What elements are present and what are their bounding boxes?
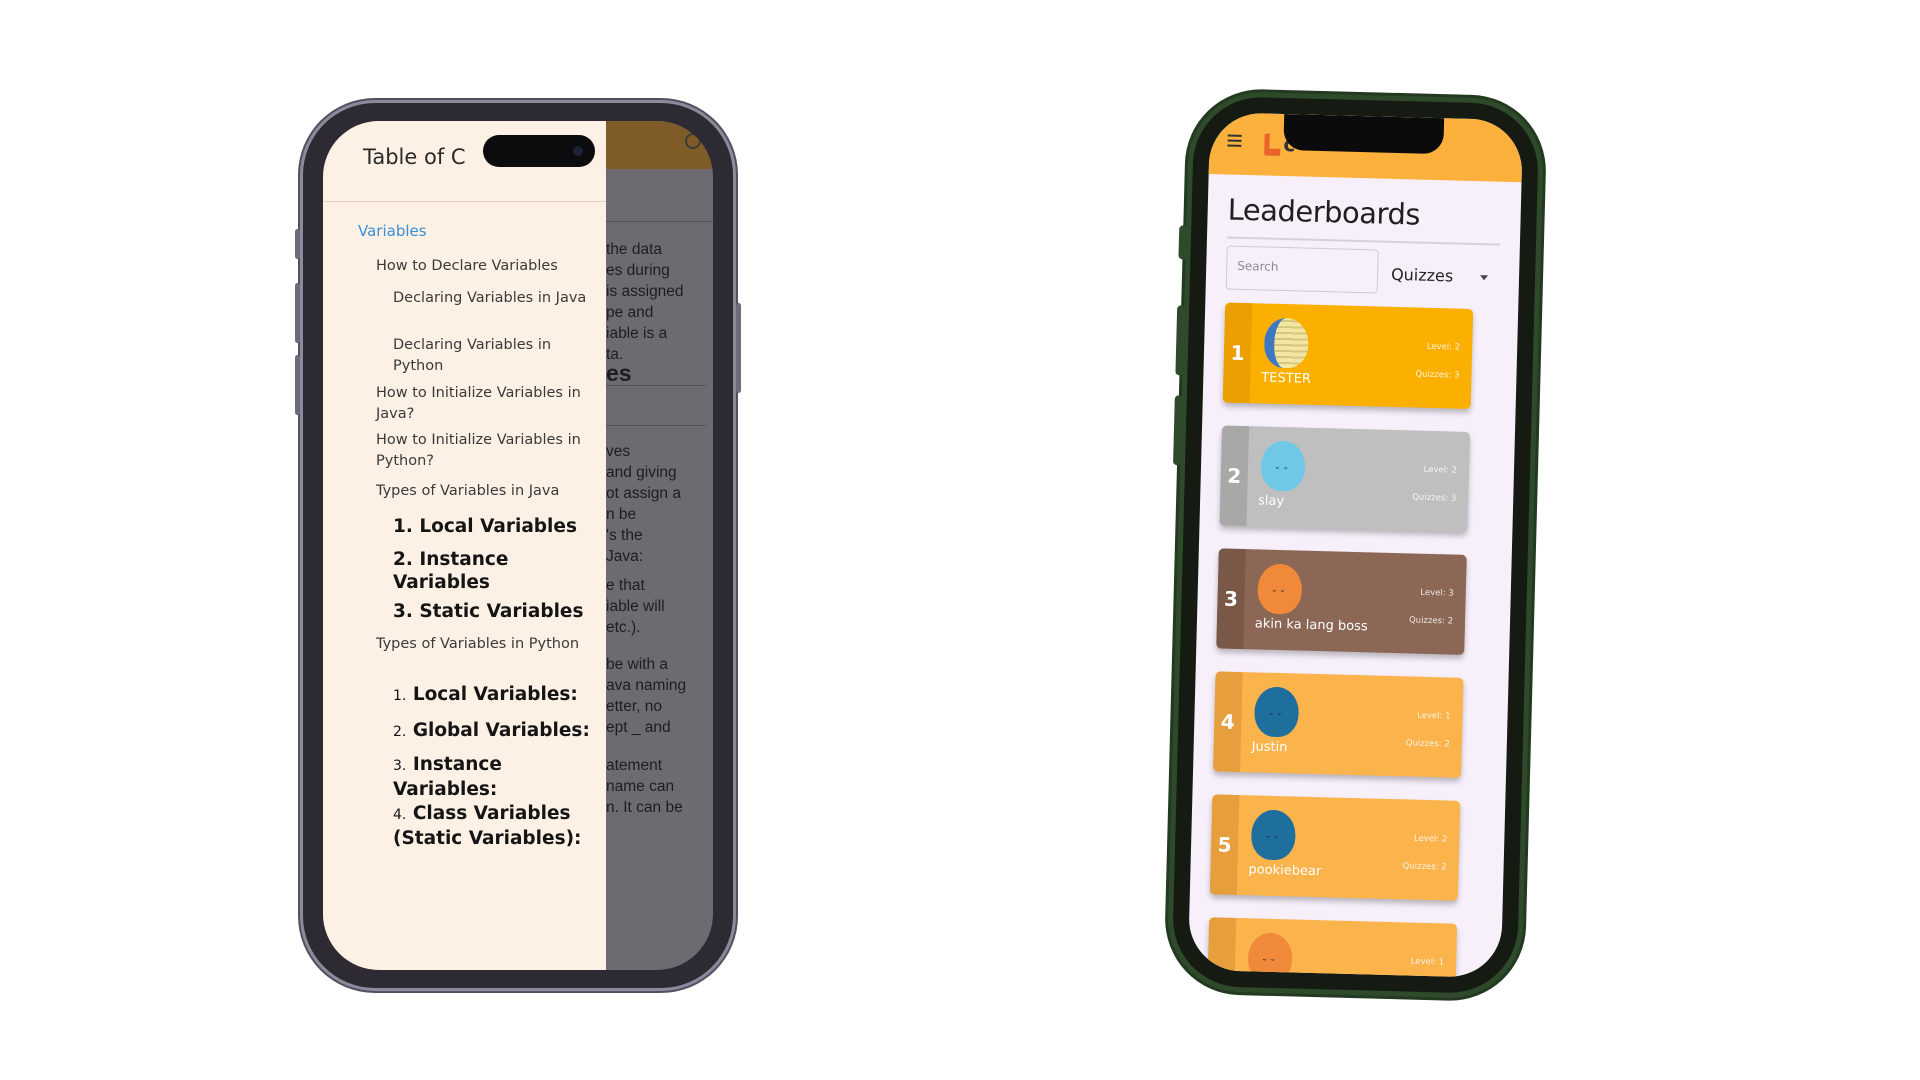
camera-icon bbox=[573, 146, 583, 156]
divider bbox=[606, 385, 706, 386]
level-label: Level: 2 bbox=[1426, 341, 1461, 353]
level-label: Level: 3 bbox=[1420, 587, 1454, 599]
search-input[interactable]: Search bbox=[1225, 245, 1379, 294]
face-icon: ˘ ˘ bbox=[1268, 712, 1282, 725]
notch bbox=[1283, 113, 1445, 155]
toc-item[interactable]: 2. Global Variables: bbox=[393, 719, 593, 744]
chevron-down-icon[interactable] bbox=[1479, 275, 1489, 281]
mute-switch bbox=[1178, 225, 1188, 260]
rank-number: 3 bbox=[1223, 586, 1239, 611]
power-button bbox=[736, 303, 741, 393]
avatar: ˘ ˘ bbox=[1247, 932, 1293, 978]
dynamic-island bbox=[483, 135, 595, 167]
toc-number: 4. bbox=[393, 807, 407, 823]
quizzes-label: Quizzes: 2 bbox=[1408, 615, 1454, 627]
quizzes-label: Quizzes: 2 bbox=[1402, 861, 1447, 873]
toc-item[interactable]: Declaring Variables in Java bbox=[393, 288, 588, 309]
toc-number: 3. bbox=[393, 758, 407, 774]
toc-item[interactable]: Types of Variables in Java bbox=[376, 481, 591, 502]
username: akin ka lang boss bbox=[1254, 616, 1368, 635]
toc-number: 2. bbox=[393, 724, 407, 740]
leaderboard-card[interactable]: ˘ ˘ Level: 1 bbox=[1206, 917, 1458, 978]
phone-right: c Leaderboards Search Quizzes 1TESTERLev… bbox=[1171, 95, 1540, 995]
table-of-contents-drawer: Table of C Variables How to Declare Vari… bbox=[323, 121, 606, 970]
leaderboard-card[interactable]: 5 ˘ ˘ pookiebear Level: 2 Quizzes: 2 bbox=[1209, 794, 1461, 901]
username: Justin bbox=[1251, 739, 1288, 756]
level-label: Level: 2 bbox=[1413, 833, 1448, 845]
avatar: ˘ ˘ bbox=[1257, 563, 1303, 615]
toc-item[interactable]: 2. Instance Variables bbox=[393, 548, 593, 594]
article-paragraph: the data es during is assigned pe and ia… bbox=[606, 241, 684, 363]
volume-up-button bbox=[1175, 305, 1186, 376]
avatar: ˘ ˘ bbox=[1260, 440, 1306, 492]
toc-item[interactable]: 3. Instance Variables: bbox=[393, 753, 593, 801]
phone-left: the data es during is assigned pe and ia… bbox=[295, 103, 741, 988]
toc-item[interactable]: How to Initialize Variables in Python? bbox=[376, 430, 591, 472]
level-label: Level: 1 bbox=[1417, 710, 1451, 722]
toc-item[interactable]: 4. Class Variables (Static Variables): bbox=[393, 802, 593, 850]
toc-label: Class Variables (Static Variables): bbox=[393, 803, 582, 849]
toc-item[interactable]: 3. Static Variables bbox=[393, 600, 593, 623]
volume-down-button bbox=[295, 355, 300, 415]
level-label: Level: 2 bbox=[1423, 464, 1458, 476]
quizzes-label: Quizzes: 3 bbox=[1415, 369, 1460, 381]
leaderboard-card[interactable]: 4 ˘ ˘ Justin Level: 1 Quizzes: 2 bbox=[1213, 671, 1464, 778]
page-title: Leaderboards bbox=[1227, 192, 1421, 232]
leaderboard-card[interactable]: 1 TESTER Level: 2 Quizzes: 3 bbox=[1222, 302, 1474, 409]
quizzes-label: Quizzes: 2 bbox=[1405, 738, 1450, 750]
face-icon: ˘ ˘ bbox=[1271, 589, 1285, 602]
toc-label: Global Variables: bbox=[412, 720, 590, 741]
leaderboard-card[interactable]: 3 ˘ ˘ akin ka lang boss Level: 3 Quizzes: 2 bbox=[1216, 548, 1467, 655]
drawer-title: Table of C bbox=[363, 145, 466, 169]
toc-label: Instance Variables: bbox=[393, 754, 502, 800]
screen-right: c Leaderboards Search Quizzes 1TESTERLev… bbox=[1187, 112, 1524, 978]
toc-item-variables[interactable]: Variables bbox=[358, 221, 427, 242]
level-label: Level: 1 bbox=[1410, 956, 1445, 968]
menu-icon[interactable] bbox=[1227, 134, 1242, 150]
username: pookiebear bbox=[1248, 862, 1322, 880]
rank-number: 2 bbox=[1226, 463, 1242, 488]
toc-item[interactable]: How to Declare Variables bbox=[376, 256, 591, 277]
face-icon: ˘ ˘ bbox=[1261, 958, 1276, 971]
rank-number: 5 bbox=[1217, 832, 1232, 857]
leaderboard-card[interactable]: 2 ˘ ˘ slay Level: 2 Quizzes: 3 bbox=[1219, 425, 1470, 532]
app-logo-icon[interactable] bbox=[1264, 133, 1281, 156]
toc-item[interactable]: Types of Variables in Python bbox=[376, 634, 591, 655]
divider bbox=[606, 425, 706, 426]
volume-up-button bbox=[295, 283, 300, 343]
quizzes-label: Quizzes: 3 bbox=[1412, 492, 1457, 504]
filter-select[interactable]: Quizzes bbox=[1391, 265, 1454, 286]
face-icon: ˘ ˘ bbox=[1265, 835, 1279, 848]
toc-label: Local Variables: bbox=[412, 684, 578, 705]
face-icon: ˘ ˘ bbox=[1274, 466, 1289, 479]
article-paragraph: e that iable will etc.). bbox=[606, 577, 665, 636]
username: TESTER bbox=[1261, 370, 1312, 387]
divider bbox=[323, 201, 606, 202]
toc-item[interactable]: How to Initialize Variables in Java? bbox=[376, 383, 591, 425]
volume-down-button bbox=[1173, 395, 1183, 466]
divider bbox=[606, 221, 713, 222]
toc-item[interactable]: 1. Local Variables bbox=[393, 515, 593, 538]
divider bbox=[1226, 236, 1500, 246]
rank-number: 4 bbox=[1220, 709, 1236, 734]
side-button bbox=[295, 229, 300, 259]
article-paragraph: atement name can n. It can be bbox=[606, 757, 683, 816]
article-paragraph: ves and giving ot assign a n be 's the J… bbox=[606, 443, 681, 565]
avatar: ˘ ˘ bbox=[1253, 686, 1300, 738]
article-paragraph: be with a ava naming etter, no ept _ and bbox=[606, 656, 687, 736]
avatar: ˘ ˘ bbox=[1250, 809, 1297, 861]
toc-item[interactable]: 1. Local Variables: bbox=[393, 683, 593, 708]
username: slay bbox=[1257, 493, 1285, 510]
article-heading: es bbox=[606, 360, 632, 386]
toc-item[interactable]: Declaring Variables in Python bbox=[393, 335, 588, 377]
rank-strip bbox=[1206, 917, 1237, 978]
settings-icon[interactable] bbox=[685, 133, 701, 149]
toc-number: 1. bbox=[393, 688, 407, 704]
screen-left: the data es during is assigned pe and ia… bbox=[323, 121, 713, 970]
avatar bbox=[1263, 317, 1309, 369]
rank-number: 1 bbox=[1230, 340, 1245, 366]
